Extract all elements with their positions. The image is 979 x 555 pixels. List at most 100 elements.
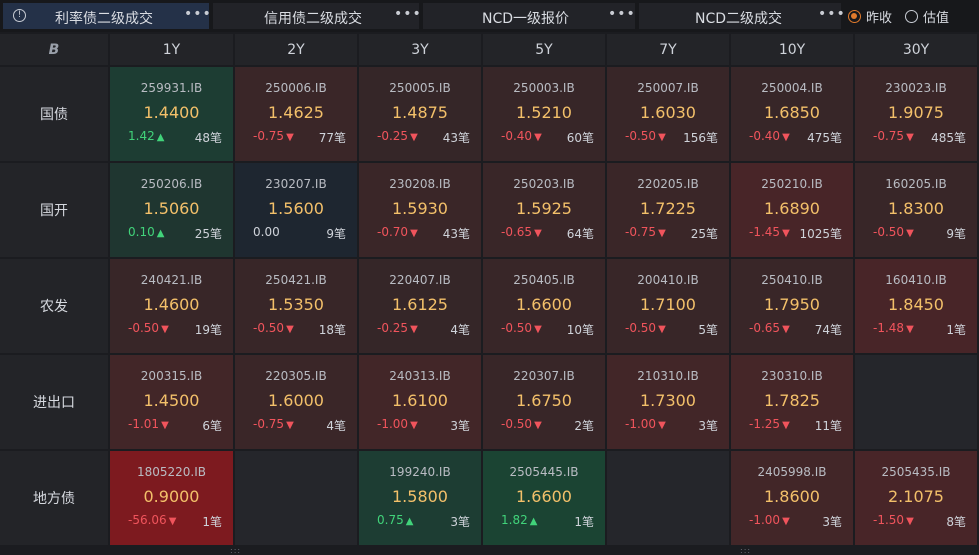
arrow-down-icon: ▼ [782,132,790,143]
bond-cell[interactable]: 220407.IB 1.6125 -0.25 ▼ 4笔 [359,259,481,353]
yield-change: -0.25 ▼ [377,321,418,335]
bond-cell[interactable]: 200410.IB 1.7100 -0.50 ▼ 5笔 [607,259,729,353]
bond-cell[interactable]: 2505445.IB 1.6600 1.82 ▲ 1笔 [483,451,605,545]
bond-cell[interactable]: 250206.IB 1.5060 0.10 ▲ 25笔 [110,163,233,257]
yield-change: -0.50 ▼ [873,225,914,239]
tab-credit-bond-trades[interactable]: 信用债二级成交 ••• [213,3,422,29]
bond-cell[interactable]: 220205.IB 1.7225 -0.75 ▼ 25笔 [607,163,729,257]
bond-cell[interactable]: 259931.IB 1.4400 1.42 ▲ 48笔 [110,67,233,161]
bond-cell[interactable]: 230310.IB 1.7825 -1.25 ▼ 11笔 [731,355,853,449]
bond-cell[interactable]: 230208.IB 1.5930 -0.70 ▼ 43笔 [359,163,481,257]
change-value: 0.75 [377,513,404,527]
change-value: -0.70 [377,225,409,239]
radio-valuation[interactable]: 估值 [905,7,949,26]
yield-value: 1.7225 [640,199,696,218]
tab-ncd-primary-quotes[interactable]: NCD一级报价 ••• [423,3,635,29]
bond-cell[interactable]: 250007.IB 1.6030 -0.50 ▼ 156笔 [607,67,729,161]
yield-change: -1.50 ▼ [873,513,914,527]
yield-change: -0.75 ▼ [873,129,914,143]
bond-cell[interactable]: 250203.IB 1.5925 -0.65 ▼ 64笔 [483,163,605,257]
radio-label: 估值 [923,10,950,26]
change-value: -0.25 [377,129,409,143]
bond-cell[interactable]: 1805220.IB 0.9000 -56.06 ▼ 1笔 [110,451,233,545]
bond-cell[interactable]: 230207.IB 1.5600 0.00 9笔 [235,163,357,257]
bond-code: 160410.IB [885,273,947,287]
tenor-header-2y[interactable]: 2Y [235,34,357,65]
yield-value: 1.5925 [516,199,572,218]
change-value: -1.00 [625,417,657,431]
arrow-down-icon: ▼ [534,324,542,335]
arrow-down-icon: ▼ [286,132,294,143]
bond-code: 230208.IB [389,177,451,191]
bond-cell[interactable]: 250003.IB 1.5210 -0.40 ▼ 60笔 [483,67,605,161]
yield-change: -0.65 ▼ [749,321,790,335]
bond-cell[interactable]: 250421.IB 1.5350 -0.50 ▼ 18笔 [235,259,357,353]
more-options-icon[interactable]: ••• [184,6,212,22]
tenor-header-10y[interactable]: 10Y [731,34,853,65]
bond-cell[interactable]: 160410.IB 1.8450 -1.48 ▼ 1笔 [855,259,977,353]
bond-cell[interactable]: 199240.IB 1.5800 0.75 ▲ 3笔 [359,451,481,545]
bond-code: 160205.IB [885,177,947,191]
yield-value: 1.4500 [143,391,200,410]
tenor-header-30y[interactable]: 30Y [855,34,977,65]
yield-value: 1.6850 [764,103,820,122]
yield-value: 1.7100 [640,295,696,314]
trade-count: 4笔 [326,419,346,433]
tab-rates-bond-trades[interactable]: ! 利率债二级成交 ••• [3,3,212,29]
bond-code: 250203.IB [513,177,575,191]
bond-cell[interactable]: 2405998.IB 1.8600 -1.00 ▼ 3笔 [731,451,853,545]
yield-change: -1.00 ▼ [377,417,418,431]
bond-cell[interactable]: 250405.IB 1.6600 -0.50 ▼ 10笔 [483,259,605,353]
bond-code: 240421.IB [140,273,203,287]
bond-code: 259931.IB [140,81,203,95]
bond-cell[interactable]: 250410.IB 1.7950 -0.65 ▼ 74笔 [731,259,853,353]
bond-cell[interactable]: 250210.IB 1.6890 -1.45 ▼ 1025笔 [731,163,853,257]
tenor-header-7y[interactable]: 7Y [607,34,729,65]
bond-code: 240313.IB [389,369,451,383]
radio-prev-close[interactable]: 昨收 [848,7,892,26]
arrow-up-icon: ▲ [156,132,165,143]
more-options-icon[interactable]: ••• [818,6,846,22]
change-value: 0.00 [253,225,280,239]
yield-change: -56.06 ▼ [128,513,176,527]
arrow-up-icon: ▲ [156,228,165,239]
change-value: -0.40 [501,129,533,143]
change-value: -1.00 [377,417,409,431]
bond-cell[interactable]: 160205.IB 1.8300 -0.50 ▼ 9笔 [855,163,977,257]
bond-code: 200315.IB [140,369,203,383]
yield-change: 1.42 ▲ [128,129,164,143]
trade-count: 3笔 [822,515,842,529]
change-value: -1.48 [873,321,905,335]
bond-cell[interactable]: 230023.IB 1.9075 -0.75 ▼ 485笔 [855,67,977,161]
yield-value: 1.6890 [764,199,820,218]
tenor-header-1y[interactable]: 1Y [110,34,233,65]
tenor-header-5y[interactable]: 5Y [483,34,605,65]
bond-cell[interactable]: 250004.IB 1.6850 -0.40 ▼ 475笔 [731,67,853,161]
bond-code: 220307.IB [513,369,575,383]
bond-cell[interactable]: 210310.IB 1.7300 -1.00 ▼ 3笔 [607,355,729,449]
tab-ncd-secondary-trades[interactable]: NCD二级成交 ••• [639,3,845,29]
more-options-icon[interactable]: ••• [608,6,636,22]
bond-cell[interactable]: 250005.IB 1.4875 -0.25 ▼ 43笔 [359,67,481,161]
yield-value: 1.6030 [640,103,696,122]
bond-cell[interactable]: 250006.IB 1.4625 -0.75 ▼ 77笔 [235,67,357,161]
bond-code: 2505445.IB [509,465,579,479]
empty-cell [855,355,977,449]
bond-cell[interactable]: 240421.IB 1.4600 -0.50 ▼ 19笔 [110,259,233,353]
change-value: 1.42 [128,129,155,143]
trade-count: 25笔 [194,227,222,241]
bond-cell[interactable]: 200315.IB 1.4500 -1.01 ▼ 6笔 [110,355,233,449]
info-icon[interactable]: ! [13,9,26,22]
trade-count: 74笔 [814,323,842,337]
bond-cell[interactable]: 220305.IB 1.6000 -0.75 ▼ 4笔 [235,355,357,449]
yield-value: 1.8300 [888,199,944,218]
bond-cell[interactable]: 240313.IB 1.6100 -1.00 ▼ 3笔 [359,355,481,449]
bond-code: 250410.IB [761,273,823,287]
more-options-icon[interactable]: ••• [394,6,422,22]
arrow-down-icon: ▼ [658,420,666,431]
bond-cell[interactable]: 220307.IB 1.6750 -0.50 ▼ 2笔 [483,355,605,449]
bond-cell[interactable]: 2505435.IB 2.1075 -1.50 ▼ 8笔 [855,451,977,545]
change-value: -1.45 [749,225,781,239]
tenor-header-3y[interactable]: 3Y [359,34,481,65]
trade-count: 156笔 [683,131,718,145]
